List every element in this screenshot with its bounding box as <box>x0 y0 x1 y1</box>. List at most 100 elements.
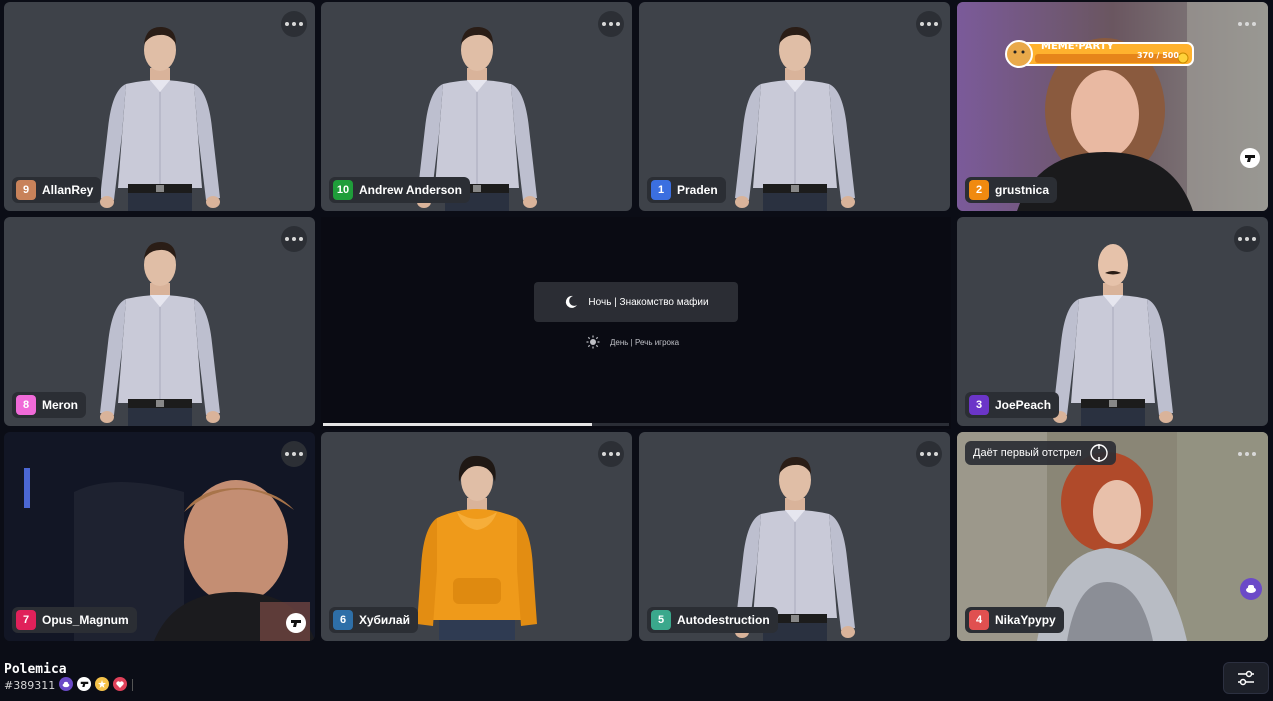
hat-icon <box>59 677 73 691</box>
dot-icon <box>1238 22 1242 26</box>
player-name-tag: 6 Хубилай <box>329 607 418 633</box>
next-phase: День | Речь игрока <box>586 335 679 349</box>
player-number: 2 <box>969 180 989 200</box>
dot-icon <box>285 452 289 456</box>
game-phase-panel: Ночь | Знакомство мафии День | Речь игро… <box>321 217 951 429</box>
room-badges <box>59 677 127 691</box>
more-options-button[interactable] <box>916 11 942 37</box>
player-name: grustnica <box>995 183 1050 197</box>
dot-icon <box>299 237 303 241</box>
player-name-tag: 7 Opus_Magnum <box>12 607 137 633</box>
dot-icon <box>609 22 613 26</box>
dot-icon <box>934 452 938 456</box>
first-shot-tag: Даёт первый отстрел <box>965 441 1116 465</box>
more-options-button[interactable] <box>598 441 624 467</box>
player-tile[interactable]: 1 Praden <box>639 2 950 211</box>
settings-toggle-button[interactable] <box>1223 662 1269 694</box>
meme-party-score: 370 / 500 <box>1137 51 1179 60</box>
dot-icon <box>299 22 303 26</box>
player-number: 1 <box>651 180 671 200</box>
heart-icon <box>113 677 127 691</box>
player-name-tag: 10 Andrew Anderson <box>329 177 470 203</box>
moon-icon <box>566 295 578 308</box>
phase-timer-fill <box>323 423 593 426</box>
dot-icon <box>1245 237 1249 241</box>
dot-icon <box>1252 452 1256 456</box>
dot-icon <box>920 452 924 456</box>
room-title: Polemica <box>4 662 67 677</box>
player-number: 8 <box>16 395 36 415</box>
player-name: Andrew Anderson <box>359 183 462 197</box>
dot-icon <box>927 22 931 26</box>
more-options-button[interactable] <box>1234 11 1260 37</box>
player-name-tag: 3 JoePeach <box>965 392 1060 418</box>
hat-icon <box>1240 578 1262 600</box>
dot-icon <box>1252 237 1256 241</box>
player-name: AllanRey <box>42 183 94 197</box>
dot-icon <box>292 237 296 241</box>
divider <box>132 679 133 691</box>
dot-icon <box>616 452 620 456</box>
player-tile[interactable]: 9 AllanRey <box>4 2 315 211</box>
player-number: 9 <box>16 180 36 200</box>
player-number: 10 <box>333 180 353 200</box>
player-avatar <box>70 229 250 426</box>
sliders-icon <box>1238 670 1254 686</box>
player-name-tag: 5 Autodestruction <box>647 607 778 633</box>
dot-icon <box>920 22 924 26</box>
dot-icon <box>609 452 613 456</box>
player-name-tag: 4 NikaYpypy <box>965 607 1064 633</box>
more-options-button[interactable] <box>1234 226 1260 252</box>
player-name: NikaYpypy <box>995 613 1056 627</box>
dot-icon <box>1238 237 1242 241</box>
dot-icon <box>285 237 289 241</box>
current-phase-label: Ночь | Знакомство мафии <box>588 296 709 308</box>
dot-icon <box>285 22 289 26</box>
more-options-button[interactable] <box>281 11 307 37</box>
player-number: 5 <box>651 610 671 630</box>
more-options-button[interactable] <box>1234 441 1260 467</box>
player-number: 3 <box>969 395 989 415</box>
player-tile[interactable]: 8 Meron <box>4 217 315 426</box>
dot-icon <box>602 22 606 26</box>
more-options-button[interactable] <box>916 441 942 467</box>
player-tile[interactable]: 10 Andrew Anderson <box>321 2 632 211</box>
more-options-button[interactable] <box>281 226 307 252</box>
next-phase-label: День | Речь игрока <box>610 337 680 347</box>
sun-icon <box>586 335 600 349</box>
player-number: 6 <box>333 610 353 630</box>
first-shot-label: Даёт первый отстрел <box>973 447 1082 459</box>
more-options-button[interactable] <box>598 11 624 37</box>
meme-party-title: MEME·PARTY <box>1041 41 1114 52</box>
dot-icon <box>602 452 606 456</box>
player-tile[interactable]: MEME·PARTY 370 / 500 2 grustnica <box>957 2 1268 211</box>
player-name-tag: 8 Meron <box>12 392 86 418</box>
crosshair-icon <box>1089 444 1108 462</box>
player-tile[interactable]: Даёт первый отстрел 4 NikaYpypy <box>957 432 1268 641</box>
more-options-button[interactable] <box>281 441 307 467</box>
dot-icon <box>934 22 938 26</box>
player-tile[interactable]: 3 JoePeach <box>957 217 1268 426</box>
player-avatar <box>705 14 885 211</box>
dot-icon <box>1245 22 1249 26</box>
dot-icon <box>299 452 303 456</box>
dot-icon <box>292 22 296 26</box>
current-phase-box: Ночь | Знакомство мафии <box>534 282 738 322</box>
player-tile[interactable]: 6 Хубилай <box>321 432 632 641</box>
player-number: 4 <box>969 610 989 630</box>
dot-icon <box>292 452 296 456</box>
dot-icon <box>1238 452 1242 456</box>
player-tile[interactable]: 5 Autodestruction <box>639 432 950 641</box>
player-name: Opus_Magnum <box>42 613 129 627</box>
pistol-icon <box>77 677 91 691</box>
pistol-icon <box>1240 148 1260 168</box>
player-tile[interactable]: 7 Opus_Magnum <box>4 432 315 641</box>
player-name: Praden <box>677 183 718 197</box>
player-number: 7 <box>16 610 36 630</box>
phase-timer-bar <box>323 423 949 426</box>
pistol-icon <box>286 613 306 633</box>
dot-icon <box>616 22 620 26</box>
player-name-tag: 1 Praden <box>647 177 726 203</box>
room-id: #389311 <box>4 679 56 692</box>
player-name: Meron <box>42 398 78 412</box>
